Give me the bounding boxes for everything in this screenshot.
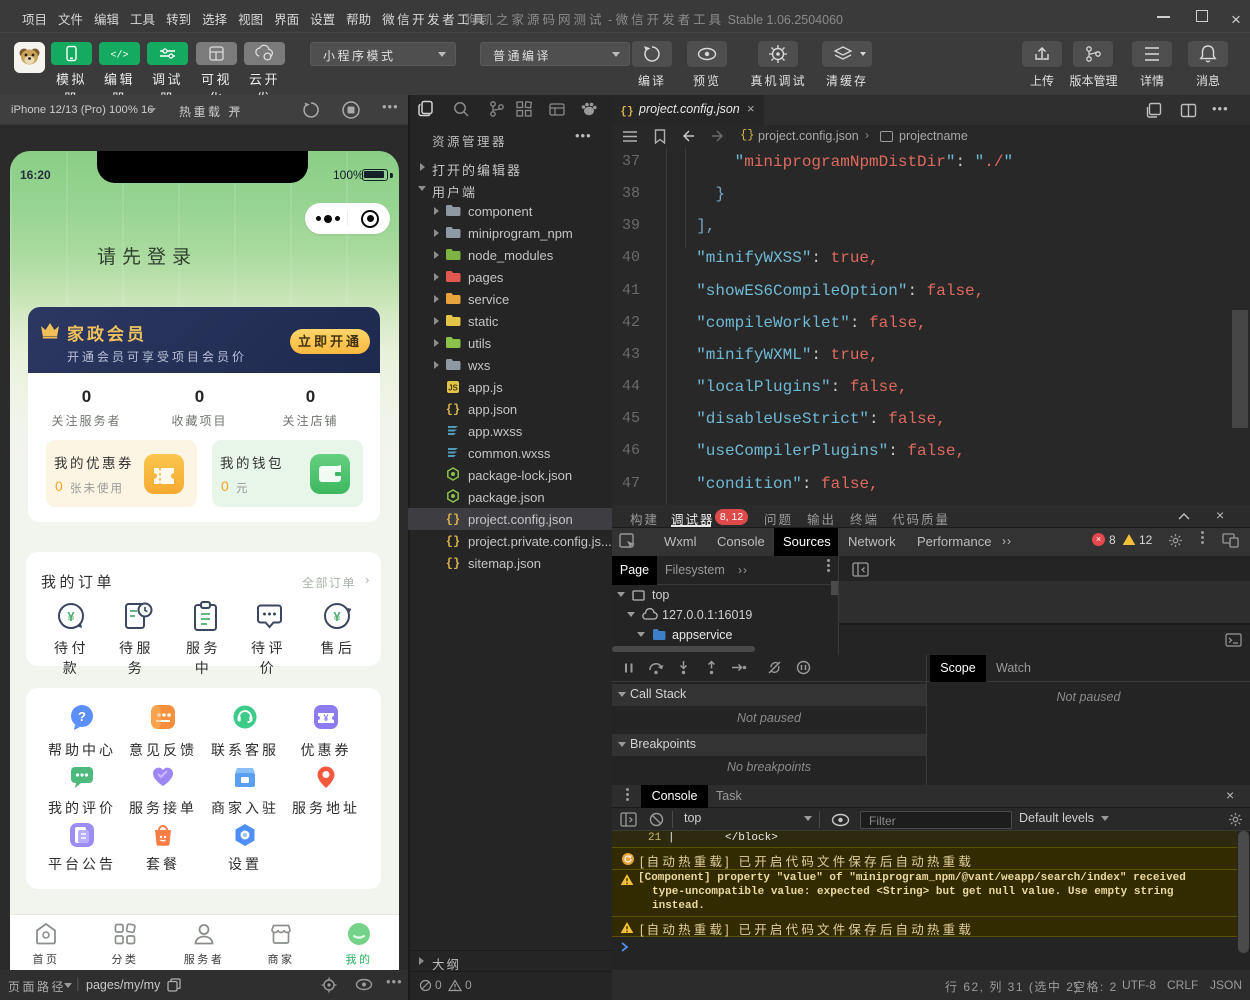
svg-text:</>: </> bbox=[110, 50, 128, 62]
svg-text:{}: {} bbox=[446, 535, 460, 549]
svg-text:JS: JS bbox=[448, 384, 458, 393]
svg-text:¥: ¥ bbox=[323, 713, 328, 723]
svg-text:¥: ¥ bbox=[67, 609, 75, 624]
svg-text:?: ? bbox=[78, 709, 86, 724]
svg-text:{}: {} bbox=[446, 403, 460, 417]
svg-text:{}: {} bbox=[446, 557, 460, 571]
svg-text:{}: {} bbox=[620, 106, 633, 117]
svg-text:¥: ¥ bbox=[333, 609, 341, 624]
svg-text:{}: {} bbox=[446, 513, 460, 527]
